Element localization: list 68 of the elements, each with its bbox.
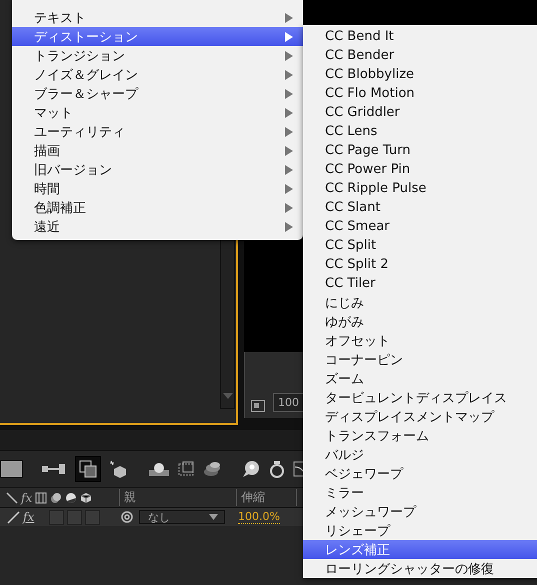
switch-checkbox[interactable] (49, 510, 64, 524)
menu-item[interactable]: CC Slant (303, 198, 537, 217)
layers-icon (50, 492, 62, 504)
slash-icon (6, 492, 18, 504)
pick-whip-icon[interactable] (121, 511, 133, 523)
menu-item[interactable]: ローリングシャッターの修復 (303, 559, 537, 578)
menu-item[interactable]: CC Flo Motion (303, 84, 537, 103)
menu-item[interactable]: テキスト (12, 8, 303, 27)
fx-switch[interactable]: fx (23, 510, 34, 524)
menu-item[interactable]: CC Smear (303, 217, 537, 236)
dropdown-value: なし (148, 510, 170, 524)
menu-item[interactable]: ズーム (303, 369, 537, 388)
region-icon[interactable] (251, 400, 265, 412)
menu-item[interactable]: にじみ (303, 293, 537, 312)
menu-item[interactable]: CC Page Turn (303, 141, 537, 160)
switch-checkbox[interactable] (85, 510, 100, 524)
menu-item[interactable]: ノイズ＆グレイン (12, 65, 303, 84)
menu-item[interactable]: ディストーション (12, 27, 303, 46)
motion-blur-icon[interactable] (149, 462, 169, 476)
menu-item[interactable]: マット (12, 103, 303, 122)
stretch-column-header: 伸縮 (236, 489, 297, 506)
cube-icon (80, 492, 92, 504)
menu-item[interactable]: ゆがみ (303, 312, 537, 331)
menu-item[interactable]: 色調補正 (12, 198, 303, 217)
menu-item[interactable]: 遠近 (12, 217, 303, 236)
menu-item[interactable]: CC Split 2 (303, 255, 537, 274)
menu-item[interactable]: メッシュワープ (303, 502, 537, 521)
menu-item[interactable]: ディスプレイスメントマップ (303, 407, 537, 426)
parent-dropdown[interactable]: なし (139, 510, 225, 524)
menu-item[interactable]: 旧バージョン (12, 160, 303, 179)
zoom-field[interactable]: 100 (273, 393, 303, 412)
parent-column-header: 親 (119, 489, 236, 506)
menu-item[interactable]: オフセット (303, 331, 537, 350)
menu-item[interactable]: レンズ補正 (303, 540, 537, 559)
menu-item[interactable]: バルジ (303, 445, 537, 464)
menu-item[interactable]: CC Ripple Pulse (303, 179, 537, 198)
menu-item[interactable]: コーナーピン (303, 350, 537, 369)
speech-bubble-icon[interactable] (241, 460, 261, 478)
color-swatch[interactable] (0, 460, 23, 478)
dropdown-arrow-icon (209, 514, 218, 520)
stretch-value[interactable]: 100.0% (238, 510, 280, 524)
menu-item[interactable]: トランジション (12, 46, 303, 65)
menu-item[interactable]: CC Split (303, 236, 537, 255)
menu-item[interactable]: 時間 (12, 179, 303, 198)
stopwatch-icon[interactable] (269, 460, 285, 478)
menu-item[interactable]: CC Tiler (303, 274, 537, 293)
menu-item[interactable]: ユーティリティ (12, 122, 303, 141)
menu-item[interactable]: ブラー＆シャープ (12, 84, 303, 103)
menu-item[interactable]: CC Blobbylize (303, 65, 537, 84)
menu-item[interactable]: 描画 (12, 141, 303, 160)
menu-item[interactable]: ベジェワープ (303, 464, 537, 483)
fx-label: fx (21, 490, 32, 504)
menu-item[interactable]: トランスフォーム (303, 426, 537, 445)
menu-item[interactable]: CC Lens (303, 122, 537, 141)
menu-item[interactable]: CC Bender (303, 46, 537, 65)
slash-icon[interactable] (6, 510, 20, 524)
switch-checkbox[interactable] (67, 510, 82, 524)
menu-item[interactable]: CC Griddler (303, 103, 537, 122)
menu-item[interactable]: ミラー (303, 483, 537, 502)
menu-item[interactable]: CC Power Pin (303, 160, 537, 179)
film-icon (35, 492, 48, 504)
menu-item[interactable]: リシェープ (303, 521, 537, 540)
stacked-layers-icon[interactable] (203, 461, 221, 477)
draft-3d-icon[interactable] (75, 456, 101, 482)
menu-item[interactable]: タービュレントディスプレイス (303, 388, 537, 407)
half-circle-icon (65, 492, 78, 504)
menu-item[interactable]: CC Bend It (303, 27, 537, 46)
cube-sparkle-icon[interactable] (109, 460, 129, 478)
